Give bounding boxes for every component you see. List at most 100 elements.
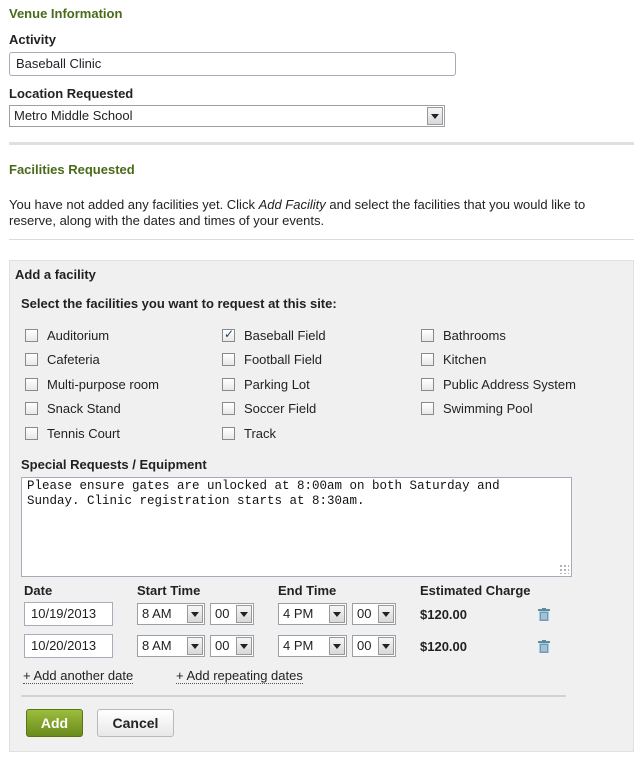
facility-option-label: Swimming Pool	[443, 401, 533, 416]
actions-divider	[21, 695, 566, 697]
add-repeating-dates-link[interactable]: + Add repeating dates	[176, 669, 303, 684]
checkbox[interactable]	[25, 402, 38, 415]
activity-input[interactable]: Baseball Clinic	[9, 52, 456, 76]
special-requests-label: Special Requests / Equipment	[21, 457, 207, 472]
resize-grip-icon[interactable]	[559, 564, 569, 574]
facility-option-label: Bathrooms	[443, 328, 506, 343]
facility-instruction: Select the facilities you want to reques…	[21, 296, 337, 311]
select-value: 00	[215, 606, 230, 621]
start-hour-select[interactable]: 8 AM	[137, 603, 205, 625]
trash-icon[interactable]	[538, 640, 550, 653]
start-minute-select[interactable]: 00	[210, 635, 254, 657]
chevron-down-icon[interactable]	[427, 107, 443, 125]
cancel-button[interactable]: Cancel	[97, 709, 174, 737]
facility-option-label: Kitchen	[443, 352, 487, 367]
special-requests-text: Please ensure gates are unlocked at 8:00…	[27, 479, 500, 508]
venue-section-title: Venue Information	[9, 6, 123, 21]
activity-label: Activity	[9, 32, 56, 47]
checkbox[interactable]	[25, 353, 38, 366]
facility-option-label: Soccer Field	[244, 401, 317, 416]
checkbox[interactable]	[222, 427, 235, 440]
facility-option[interactable]: Multi-purpose room	[25, 377, 159, 392]
date-input[interactable]: 10/20/2013	[24, 634, 113, 658]
facility-option[interactable]: Parking Lot	[222, 377, 310, 392]
facility-option[interactable]: Track	[222, 426, 276, 441]
chevron-down-icon[interactable]	[378, 637, 394, 655]
checkbox[interactable]	[25, 329, 38, 342]
start-minute-select[interactable]: 00	[210, 603, 254, 625]
location-select[interactable]: Metro Middle School	[9, 105, 445, 127]
facility-option[interactable]: Kitchen	[421, 352, 486, 367]
add-button[interactable]: Add	[26, 709, 83, 737]
select-value: 00	[215, 638, 230, 653]
special-requests-textarea[interactable]: Please ensure gates are unlocked at 8:00…	[21, 477, 572, 577]
section-divider	[9, 142, 634, 145]
estimated-charge-header: Estimated Charge	[420, 583, 531, 598]
facility-option[interactable]: Bathrooms	[421, 328, 506, 343]
facility-option-label: Track	[244, 426, 277, 441]
intro-emphasis: Add Facility	[258, 197, 326, 212]
facility-option[interactable]: Public Address System	[421, 377, 576, 392]
add-another-date-link[interactable]: + Add another date	[23, 669, 134, 684]
checkbox[interactable]	[421, 378, 434, 391]
chevron-down-icon[interactable]	[329, 605, 345, 623]
select-value: 4 PM	[283, 606, 314, 621]
checkbox-checked[interactable]	[222, 327, 235, 342]
end-hour-select[interactable]: 4 PM	[278, 635, 347, 657]
estimated-charge: $120.00	[420, 639, 467, 654]
facility-option[interactable]: Snack Stand	[25, 401, 121, 416]
date-input[interactable]: 10/19/2013	[24, 602, 113, 626]
chevron-down-icon[interactable]	[236, 605, 252, 623]
checkbox[interactable]	[222, 353, 235, 366]
facility-option-label: Football Field	[244, 352, 323, 367]
facility-option[interactable]: Soccer Field	[222, 401, 316, 416]
date-header: Date	[24, 583, 53, 598]
trash-icon[interactable]	[538, 608, 550, 621]
checkbox[interactable]	[421, 353, 434, 366]
facility-option-label: Parking Lot	[244, 377, 310, 392]
chevron-down-icon[interactable]	[329, 637, 345, 655]
facility-option-label: Multi-purpose room	[47, 377, 159, 392]
intro-prefix: You have not added any facilities yet. C…	[9, 197, 259, 212]
location-label: Location Requested	[9, 86, 134, 101]
facility-option[interactable]: Baseball Field	[222, 327, 326, 343]
checkbox[interactable]	[25, 378, 38, 391]
checkbox[interactable]	[222, 378, 235, 391]
facility-option-label: Snack Stand	[47, 401, 121, 416]
location-select-value: Metro Middle School	[14, 108, 133, 123]
end-minute-select[interactable]: 00	[352, 603, 396, 625]
facility-option-label: Tennis Court	[47, 426, 120, 441]
facility-option[interactable]: Auditorium	[25, 328, 109, 343]
select-value: 00	[357, 606, 372, 621]
estimated-charge: $120.00	[420, 607, 467, 622]
facilities-section-title: Facilities Requested	[9, 162, 135, 177]
start-hour-select[interactable]: 8 AM	[137, 635, 205, 657]
select-value: 4 PM	[283, 638, 314, 653]
facility-option-label: Baseball Field	[244, 328, 326, 343]
facilities-intro: You have not added any facilities yet. C…	[9, 197, 629, 229]
facility-option-label: Public Address System	[443, 377, 576, 392]
start-time-header: Start Time	[137, 583, 201, 598]
facility-option[interactable]: Swimming Pool	[421, 401, 533, 416]
select-value: 00	[357, 638, 372, 653]
intro-divider	[9, 239, 634, 240]
facility-option[interactable]: Football Field	[222, 352, 322, 367]
checkbox[interactable]	[25, 427, 38, 440]
checkbox[interactable]	[421, 329, 434, 342]
select-value: 8 AM	[142, 638, 172, 653]
facility-option-label: Auditorium	[47, 328, 110, 343]
end-hour-select[interactable]: 4 PM	[278, 603, 347, 625]
chevron-down-icon[interactable]	[187, 637, 203, 655]
facility-option-label: Cafeteria	[47, 352, 100, 367]
end-minute-select[interactable]: 00	[352, 635, 396, 657]
chevron-down-icon[interactable]	[378, 605, 394, 623]
chevron-down-icon[interactable]	[236, 637, 252, 655]
select-value: 8 AM	[142, 606, 172, 621]
checkbox[interactable]	[421, 402, 434, 415]
facility-option[interactable]: Tennis Court	[25, 426, 120, 441]
add-facility-title: Add a facility	[15, 267, 96, 282]
facility-option[interactable]: Cafeteria	[25, 352, 100, 367]
end-time-header: End Time	[278, 583, 337, 598]
checkbox[interactable]	[222, 402, 235, 415]
chevron-down-icon[interactable]	[187, 605, 203, 623]
